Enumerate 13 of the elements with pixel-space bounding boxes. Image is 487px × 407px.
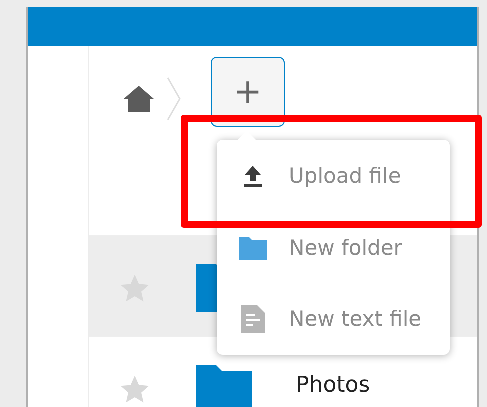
menu-item[interactable]: New text file (217, 283, 450, 356)
menu-item[interactable]: Upload file (217, 140, 450, 212)
menu-item-label: Upload file (289, 164, 402, 188)
home-icon[interactable] (123, 85, 155, 113)
folder-icon (239, 236, 267, 260)
menu-item-label: New folder (289, 236, 402, 260)
menu-item-label: New text file (289, 307, 422, 332)
document-icon (239, 305, 267, 334)
new-button[interactable]: + (211, 57, 285, 127)
breadcrumb-separator-icon (167, 77, 181, 121)
file-name[interactable]: Photos (296, 373, 370, 398)
folder-icon (196, 365, 252, 407)
menu-item[interactable]: New folder (217, 212, 450, 284)
